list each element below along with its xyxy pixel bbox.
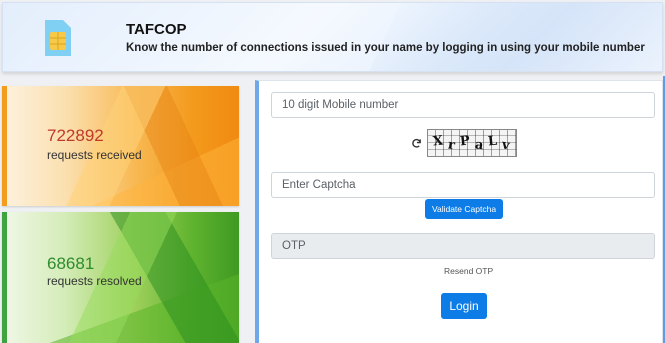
login-button[interactable]: Login <box>441 293 487 319</box>
requests-resolved-count: 68681 <box>47 254 95 273</box>
app-subtitle: Know the number of connections issued in… <box>126 42 645 54</box>
header-decoration <box>349 3 662 71</box>
login-panel: X r P a L v Validate Captcha Resend OTP … <box>255 80 663 343</box>
captcha-row: X r P a L v <box>409 127 517 159</box>
requests-received-label: requests received <box>47 148 142 162</box>
captcha-char: v <box>501 136 512 154</box>
captcha-char: a <box>473 136 486 154</box>
captcha-char: P <box>459 132 472 150</box>
captcha-image: X r P a L v <box>427 129 517 157</box>
resend-otp-link[interactable]: Resend OTP <box>444 266 493 276</box>
captcha-input[interactable] <box>271 172 655 198</box>
captcha-char: L <box>487 133 500 149</box>
app-title: TAFCOP <box>126 21 187 38</box>
refresh-icon[interactable] <box>409 136 423 150</box>
requests-resolved-card: 68681 requests resolved <box>2 212 239 343</box>
captcha-char: X <box>432 132 445 150</box>
validate-captcha-button[interactable]: Validate Captcha <box>425 199 503 219</box>
captcha-char: r <box>447 137 457 153</box>
requests-received-count: 722892 <box>47 126 104 145</box>
otp-input[interactable] <box>271 233 655 259</box>
requests-received-card: 722892 requests received <box>2 86 239 206</box>
requests-resolved-label: requests resolved <box>47 274 142 288</box>
header-banner: TAFCOP Know the number of connections is… <box>2 2 663 72</box>
mobile-number-input[interactable] <box>271 92 655 118</box>
sim-card-icon <box>45 20 71 56</box>
